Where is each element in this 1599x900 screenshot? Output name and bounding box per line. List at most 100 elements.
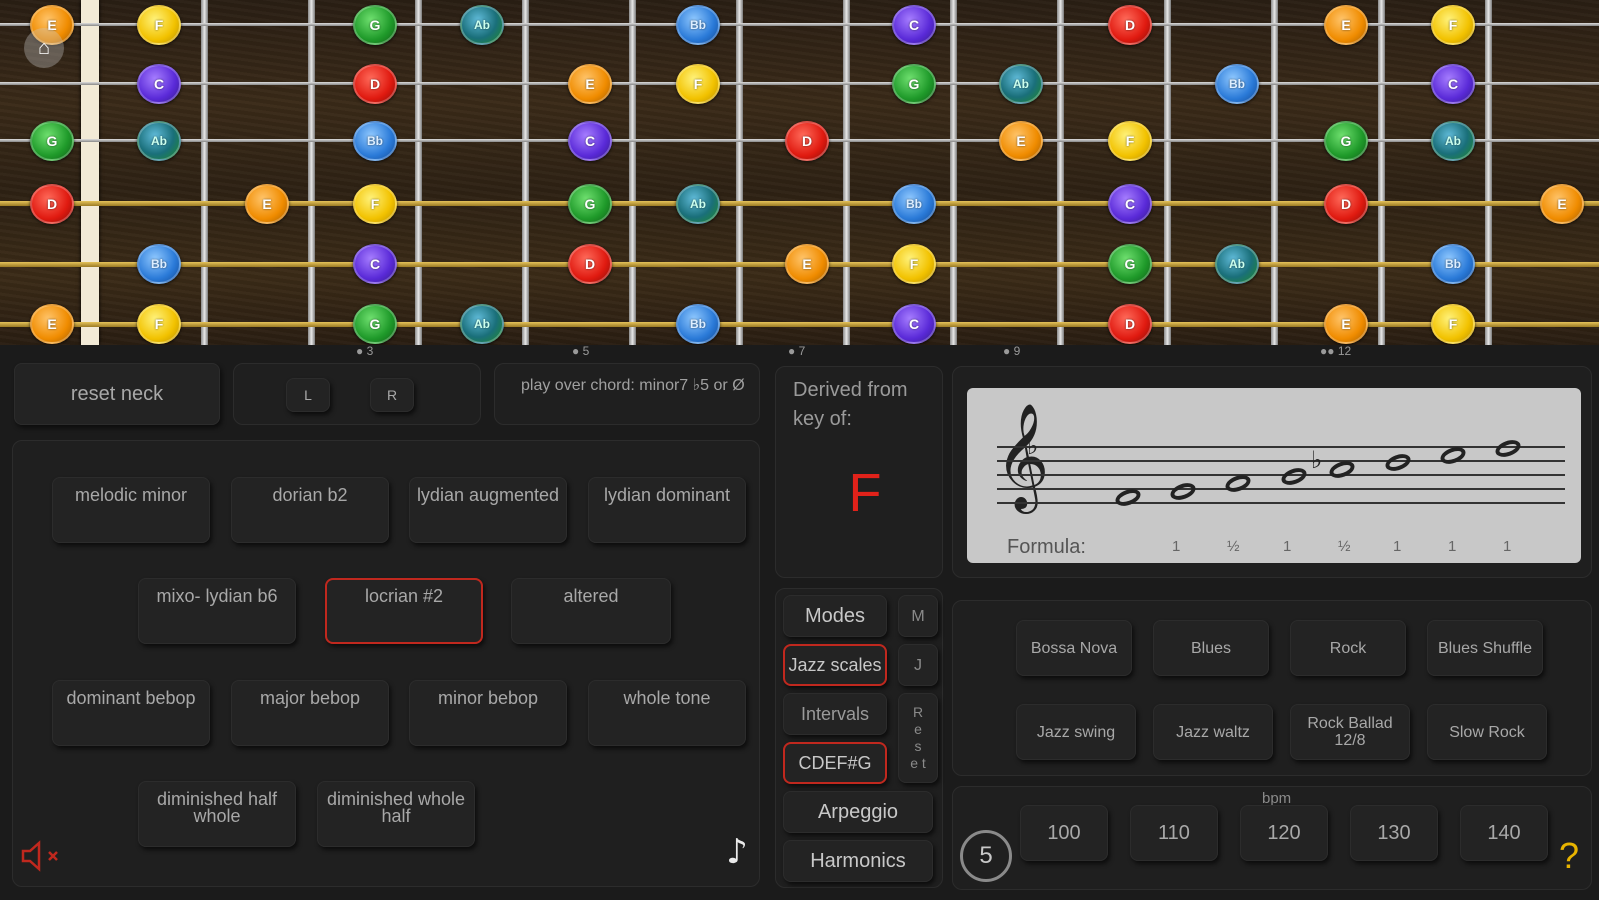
note-marker[interactable]: G <box>1108 244 1152 284</box>
note-marker[interactable]: G <box>353 304 397 344</box>
fretboard[interactable]: ⌂ E F G Ab Bb C D E F C D E F G Ab Bb C … <box>0 0 1599 345</box>
note-marker[interactable]: G <box>30 121 74 161</box>
note-marker[interactable]: D <box>1108 5 1152 45</box>
jazz-scales-button[interactable]: Jazz scales <box>783 644 887 686</box>
note-marker[interactable]: C <box>1431 64 1475 104</box>
reset-neck-button[interactable]: reset neck <box>14 363 220 425</box>
scale-dominant-bebop-button[interactable]: dominant bebop <box>52 680 210 746</box>
staff-line <box>997 502 1565 504</box>
note-marker[interactable]: Ab <box>676 184 720 224</box>
note-marker[interactable]: D <box>353 64 397 104</box>
note-marker[interactable]: E <box>245 184 289 224</box>
note-marker[interactable]: Ab <box>1431 121 1475 161</box>
scale-lydian-augmented-button[interactable]: lydian augmented <box>409 477 567 543</box>
tempo-110-button[interactable]: 110 <box>1130 805 1218 861</box>
scale-whole-tone-button[interactable]: whole tone <box>588 680 746 746</box>
intervals-button[interactable]: Intervals <box>783 693 887 735</box>
style-blues-shuffle-button[interactable]: Blues Shuffle <box>1427 620 1543 676</box>
note-marker[interactable]: Ab <box>460 304 504 344</box>
scale-locrian-2-button[interactable]: locrian #2 <box>325 578 483 644</box>
tempo-100-button[interactable]: 100 <box>1020 805 1108 861</box>
note-marker[interactable]: Bb <box>137 244 181 284</box>
jazz-shortcut-button[interactable]: J <box>898 644 938 686</box>
note-marker[interactable]: E <box>568 64 612 104</box>
modes-button[interactable]: Modes <box>783 595 887 637</box>
scale-melodic-minor-button[interactable]: melodic minor <box>52 477 210 543</box>
note-marker[interactable]: Bb <box>1431 244 1475 284</box>
note-marker[interactable]: F <box>137 5 181 45</box>
tempo-120-button[interactable]: 120 <box>1240 805 1328 861</box>
harmonics-button[interactable]: Harmonics <box>783 840 933 882</box>
note-marker[interactable]: C <box>1108 184 1152 224</box>
note-marker[interactable]: D <box>1108 304 1152 344</box>
hand-toggle-group: L R <box>233 363 481 425</box>
note-marker[interactable]: E <box>785 244 829 284</box>
note-marker[interactable]: G <box>353 5 397 45</box>
reset-button[interactable]: R e s e t <box>898 693 938 783</box>
scale-lydian-dominant-button[interactable]: lydian dominant <box>588 477 746 543</box>
note-marker[interactable]: F <box>1431 5 1475 45</box>
scale-altered-button[interactable]: altered <box>511 578 671 644</box>
note-marker[interactable]: F <box>353 184 397 224</box>
tempo-130-button[interactable]: 130 <box>1350 805 1438 861</box>
arpeggio-button[interactable]: Arpeggio <box>783 791 933 833</box>
style-rock-button[interactable]: Rock <box>1290 620 1406 676</box>
note-marker[interactable]: F <box>1431 304 1475 344</box>
note-marker[interactable]: D <box>568 244 612 284</box>
note-marker[interactable]: C <box>353 244 397 284</box>
note-marker[interactable]: D <box>30 184 74 224</box>
style-jazz-waltz-button[interactable]: Jazz waltz <box>1153 704 1273 760</box>
fret <box>415 0 422 345</box>
style-blues-button[interactable]: Blues <box>1153 620 1269 676</box>
scale-diminished-whole-half-button[interactable]: diminished whole half <box>317 781 475 847</box>
right-hand-button[interactable]: R <box>370 378 414 412</box>
left-hand-button[interactable]: L <box>286 378 330 412</box>
note-marker[interactable]: C <box>568 121 612 161</box>
note-marker[interactable]: F <box>676 64 720 104</box>
note-marker[interactable]: E <box>1324 5 1368 45</box>
note-marker[interactable]: E <box>1540 184 1584 224</box>
note-marker[interactable]: Ab <box>137 121 181 161</box>
style-jazz-swing-button[interactable]: Jazz swing <box>1016 704 1136 760</box>
note-marker[interactable]: C <box>892 304 936 344</box>
style-bossa-nova-button[interactable]: Bossa Nova <box>1016 620 1132 676</box>
scale-major-bebop-button[interactable]: major bebop <box>231 680 389 746</box>
note-marker[interactable]: F <box>892 244 936 284</box>
speaker-muted-icon[interactable] <box>18 838 68 874</box>
home-icon[interactable]: ⌂ <box>24 28 64 68</box>
style-slow-rock-button[interactable]: Slow Rock <box>1427 704 1547 760</box>
note-marker[interactable]: F <box>137 304 181 344</box>
note-marker[interactable]: E <box>999 121 1043 161</box>
note-marker[interactable]: Ab <box>999 64 1043 104</box>
note-marker[interactable]: Bb <box>1215 64 1259 104</box>
note-marker[interactable]: Bb <box>676 304 720 344</box>
note-marker[interactable]: G <box>568 184 612 224</box>
note-marker[interactable]: Ab <box>460 5 504 45</box>
scale-diminished-half-whole-button[interactable]: diminished half whole <box>138 781 296 847</box>
staff-note <box>1168 480 1198 503</box>
count-in-button[interactable]: 5 <box>960 830 1012 882</box>
question-icon[interactable]: ? <box>1554 835 1584 876</box>
style-rock-ballad-button[interactable]: Rock Ballad 12/8 <box>1290 704 1410 760</box>
note-marker[interactable]: C <box>137 64 181 104</box>
note-marker[interactable]: Ab <box>1215 244 1259 284</box>
modes-shortcut-button[interactable]: M <box>898 595 938 637</box>
note-marker[interactable]: Bb <box>353 121 397 161</box>
note-marker[interactable]: Bb <box>892 184 936 224</box>
scale-minor-bebop-button[interactable]: minor bebop <box>409 680 567 746</box>
note-marker[interactable]: C <box>892 5 936 45</box>
staff-note <box>1383 451 1413 474</box>
note-marker[interactable]: D <box>785 121 829 161</box>
music-note-icon[interactable]: ♪ <box>722 832 752 872</box>
note-marker[interactable]: Bb <box>676 5 720 45</box>
note-marker[interactable]: D <box>1324 184 1368 224</box>
note-marker[interactable]: E <box>1324 304 1368 344</box>
note-names-button[interactable]: CDEF#G <box>783 742 887 784</box>
scale-mixolydian-b6-button[interactable]: mixo- lydian b6 <box>138 578 296 644</box>
note-marker[interactable]: G <box>1324 121 1368 161</box>
note-marker[interactable]: F <box>1108 121 1152 161</box>
scale-dorian-b2-button[interactable]: dorian b2 <box>231 477 389 543</box>
tempo-140-button[interactable]: 140 <box>1460 805 1548 861</box>
note-marker[interactable]: G <box>892 64 936 104</box>
note-marker[interactable]: E <box>30 304 74 344</box>
